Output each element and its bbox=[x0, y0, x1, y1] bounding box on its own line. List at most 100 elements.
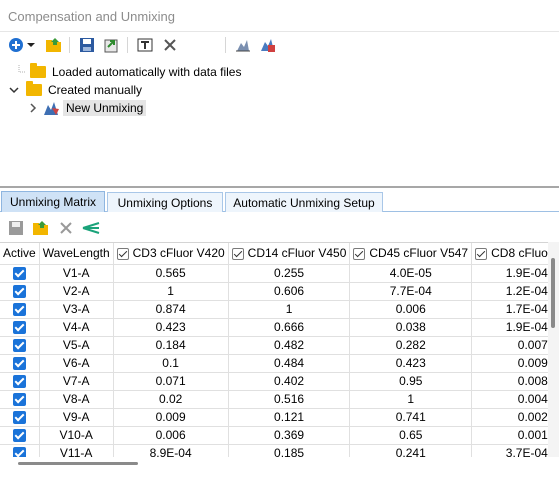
column-checkbox[interactable] bbox=[231, 248, 244, 261]
value-cell[interactable]: 4.0E-05 bbox=[349, 264, 473, 283]
column-header-cd14[interactable]: CD14 cFluor V450 bbox=[228, 243, 351, 265]
table-row[interactable]: V10-A 0.006 0.369 0.65 0.001 bbox=[0, 426, 548, 445]
column-checkbox[interactable] bbox=[116, 248, 129, 261]
active-checkbox[interactable] bbox=[12, 429, 26, 443]
value-cell[interactable]: 0.282 bbox=[349, 336, 473, 355]
value-cell[interactable]: 3.7E-04 bbox=[471, 444, 548, 457]
table-row[interactable]: V5-A 0.184 0.482 0.282 0.007 bbox=[0, 336, 548, 355]
table-row[interactable]: V8-A 0.02 0.516 1 0.004 bbox=[0, 390, 548, 409]
table-row[interactable]: V2-A 1 0.606 7.7E-04 1.2E-04 bbox=[0, 282, 548, 301]
tab-automatic-unmixing-setup[interactable]: Automatic Unmixing Setup bbox=[225, 192, 383, 212]
column-header-cd45[interactable]: CD45 cFluor V547 bbox=[349, 243, 473, 265]
active-checkbox[interactable] bbox=[12, 285, 26, 299]
value-cell[interactable]: 0.001 bbox=[471, 426, 548, 445]
tab-unmixing-matrix[interactable]: Unmixing Matrix bbox=[1, 191, 105, 212]
active-checkbox-cell[interactable] bbox=[0, 426, 40, 445]
active-checkbox-cell[interactable] bbox=[0, 264, 40, 283]
value-cell[interactable]: 1.9E-04 bbox=[471, 264, 548, 283]
value-cell[interactable]: 0.02 bbox=[113, 390, 229, 409]
wavelength-cell[interactable]: V6-A bbox=[39, 354, 114, 373]
table-row[interactable]: V11-A 8.9E-04 0.185 0.241 3.7E-04 bbox=[0, 444, 548, 457]
tree-item-new-unmixing[interactable]: New Unmixing bbox=[27, 99, 147, 117]
value-cell[interactable]: 0.874 bbox=[113, 300, 229, 319]
value-cell[interactable]: 0.484 bbox=[228, 354, 351, 373]
panel-splitter[interactable] bbox=[0, 186, 559, 188]
active-checkbox[interactable] bbox=[12, 447, 26, 457]
wavelength-cell[interactable]: V1-A bbox=[39, 264, 114, 283]
active-checkbox-cell[interactable] bbox=[0, 444, 40, 457]
table-row[interactable]: V1-A 0.565 0.255 4.0E-05 1.9E-04 bbox=[0, 264, 548, 283]
wavelength-cell[interactable]: V4-A bbox=[39, 318, 114, 337]
active-checkbox-cell[interactable] bbox=[0, 282, 40, 301]
chevron-down-icon[interactable] bbox=[8, 84, 20, 96]
value-cell[interactable]: 0.1 bbox=[113, 354, 229, 373]
value-cell[interactable]: 1.2E-04 bbox=[471, 282, 548, 301]
wavelength-cell[interactable]: V10-A bbox=[39, 426, 114, 445]
column-checkbox[interactable] bbox=[475, 248, 488, 261]
open-folder-icon[interactable] bbox=[31, 218, 51, 238]
unmix-icon[interactable] bbox=[233, 35, 253, 55]
value-cell[interactable]: 8.9E-04 bbox=[113, 444, 229, 457]
value-cell[interactable]: 7.7E-04 bbox=[349, 282, 473, 301]
value-cell[interactable]: 0.423 bbox=[113, 318, 229, 337]
scrollbar-thumb[interactable] bbox=[551, 258, 555, 328]
value-cell[interactable]: 0.007 bbox=[471, 336, 548, 355]
column-header-cd8[interactable]: CD8 cFluo bbox=[471, 243, 548, 265]
active-checkbox[interactable] bbox=[12, 339, 26, 353]
value-cell[interactable]: 0.008 bbox=[471, 372, 548, 391]
value-cell[interactable]: 0.666 bbox=[228, 318, 351, 337]
value-cell[interactable]: 0.071 bbox=[113, 372, 229, 391]
dropdown-arrow-icon[interactable] bbox=[25, 35, 37, 55]
value-cell[interactable]: 1 bbox=[228, 300, 351, 319]
horizontal-scrollbar[interactable] bbox=[0, 457, 548, 469]
wavelength-cell[interactable]: V3-A bbox=[39, 300, 114, 319]
wavelength-cell[interactable]: V2-A bbox=[39, 282, 114, 301]
wavelength-cell[interactable]: V9-A bbox=[39, 408, 114, 427]
active-checkbox-cell[interactable] bbox=[0, 354, 40, 373]
active-checkbox[interactable] bbox=[12, 411, 26, 425]
table-row[interactable]: V3-A 0.874 1 0.006 1.7E-04 bbox=[0, 300, 548, 319]
value-cell[interactable]: 0.423 bbox=[349, 354, 473, 373]
value-cell[interactable]: 0.009 bbox=[113, 408, 229, 427]
value-cell[interactable]: 0.038 bbox=[349, 318, 473, 337]
value-cell[interactable]: 0.95 bbox=[349, 372, 473, 391]
active-checkbox[interactable] bbox=[12, 357, 26, 371]
value-cell[interactable]: 0.565 bbox=[113, 264, 229, 283]
spectrum-icon[interactable] bbox=[81, 218, 101, 238]
wavelength-cell[interactable]: V11-A bbox=[39, 444, 114, 457]
value-cell[interactable]: 0.241 bbox=[349, 444, 473, 457]
value-cell[interactable]: 0.004 bbox=[471, 390, 548, 409]
rename-icon[interactable] bbox=[135, 35, 155, 55]
save-icon[interactable] bbox=[77, 35, 97, 55]
table-row[interactable]: V4-A 0.423 0.666 0.038 1.9E-04 bbox=[0, 318, 548, 337]
value-cell[interactable]: 0.009 bbox=[471, 354, 548, 373]
delete-icon[interactable] bbox=[160, 35, 180, 55]
active-checkbox[interactable] bbox=[12, 303, 26, 317]
chevron-right-icon[interactable] bbox=[27, 102, 39, 114]
scrollbar-thumb[interactable] bbox=[18, 462, 138, 465]
tree-item-loaded-automatically[interactable]: Loaded automatically with data files bbox=[12, 63, 241, 81]
table-row[interactable]: V9-A 0.009 0.121 0.741 0.002 bbox=[0, 408, 548, 427]
value-cell[interactable]: 0.741 bbox=[349, 408, 473, 427]
active-checkbox[interactable] bbox=[12, 321, 26, 335]
value-cell[interactable]: 0.65 bbox=[349, 426, 473, 445]
wavelength-cell[interactable]: V7-A bbox=[39, 372, 114, 391]
vertical-scrollbar[interactable] bbox=[548, 242, 559, 457]
column-header-active[interactable]: Active bbox=[0, 243, 40, 265]
column-header-wavelength[interactable]: WaveLength bbox=[39, 243, 114, 265]
value-cell[interactable]: 0.006 bbox=[349, 300, 473, 319]
active-checkbox-cell[interactable] bbox=[0, 336, 40, 355]
value-cell[interactable]: 0.255 bbox=[228, 264, 351, 283]
value-cell[interactable]: 0.482 bbox=[228, 336, 351, 355]
active-checkbox[interactable] bbox=[12, 375, 26, 389]
active-checkbox-cell[interactable] bbox=[0, 372, 40, 391]
open-folder-icon[interactable] bbox=[44, 35, 64, 55]
active-checkbox-cell[interactable] bbox=[0, 390, 40, 409]
export-icon[interactable] bbox=[101, 35, 121, 55]
value-cell[interactable]: 0.002 bbox=[471, 408, 548, 427]
value-cell[interactable]: 0.606 bbox=[228, 282, 351, 301]
active-checkbox-cell[interactable] bbox=[0, 408, 40, 427]
apply-unmix-icon[interactable] bbox=[258, 35, 278, 55]
delete-icon[interactable] bbox=[56, 218, 76, 238]
value-cell[interactable]: 0.184 bbox=[113, 336, 229, 355]
